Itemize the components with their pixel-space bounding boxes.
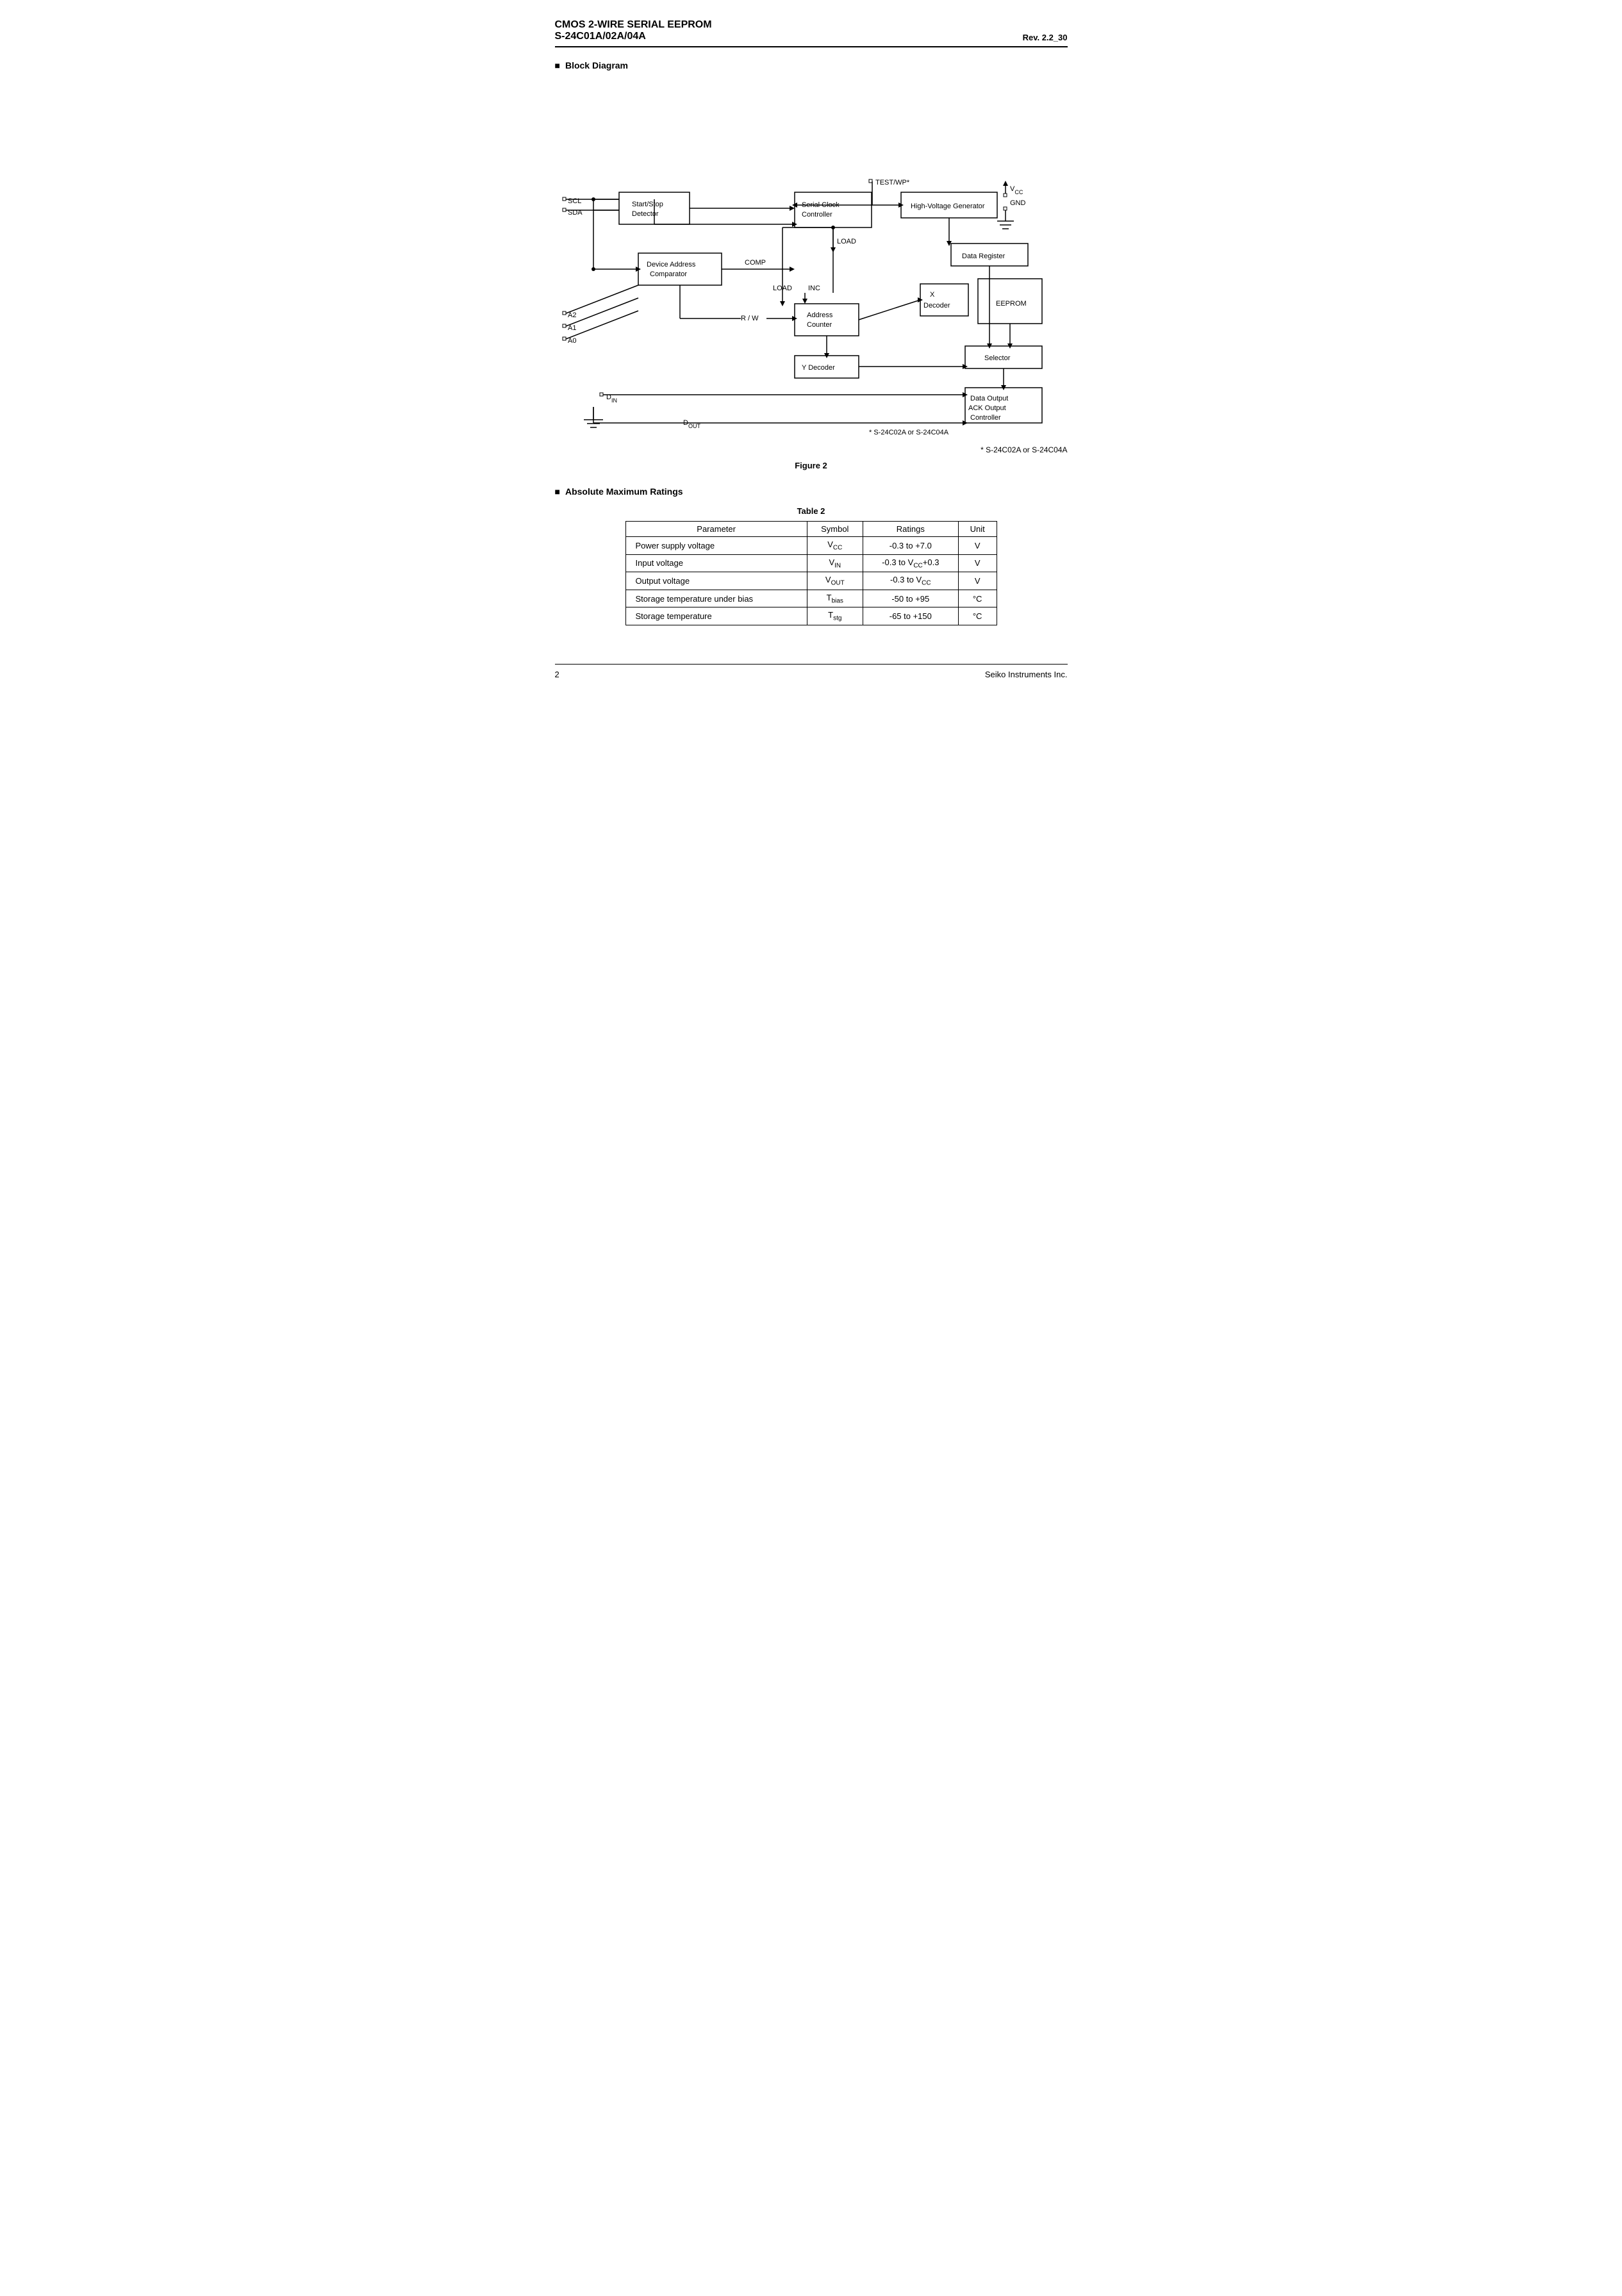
header-left: CMOS 2-WIRE SERIAL EEPROM S-24C01A/02A/0…: [555, 19, 712, 42]
inc-label: INC: [808, 285, 820, 292]
note-text: * S-24C02A or S-24C04A: [869, 429, 949, 436]
x-decoder-label2: Decoder: [923, 302, 950, 310]
param-storage-temp: Storage temperature: [625, 607, 807, 625]
param-output-voltage: Output voltage: [625, 572, 807, 590]
param-power-supply: Power supply voltage: [625, 537, 807, 555]
selector-label: Selector: [984, 354, 1011, 362]
rating-vcc: -0.3 to +7.0: [863, 537, 958, 555]
vcc-label: VCC: [1010, 185, 1023, 195]
param-storage-bias: Storage temperature under bias: [625, 590, 807, 607]
address-counter-label2: Counter: [807, 321, 832, 329]
gnd-label: GND: [1010, 199, 1026, 207]
data-output-label3: Controller: [970, 414, 1001, 422]
data-register-label: Data Register: [962, 252, 1005, 260]
table-caption: Table 2: [555, 506, 1068, 516]
revision: Rev. 2.2_30: [1023, 33, 1068, 42]
param-input-voltage: Input voltage: [625, 554, 807, 572]
abs-max-section-title: Absolute Maximum Ratings: [555, 486, 1068, 497]
col-parameter: Parameter: [625, 522, 807, 537]
col-unit: Unit: [958, 522, 997, 537]
block-diagram: SCL SDA Start/Stop Detector Serial Clock…: [555, 80, 1080, 439]
doc-title1: CMOS 2-WIRE SERIAL EEPROM: [555, 19, 712, 31]
symbol-tstg: Tstg: [807, 607, 863, 625]
table-row: Storage temperature Tstg -65 to +150 °C: [625, 607, 997, 625]
symbol-tbias: Tbias: [807, 590, 863, 607]
rating-vout: -0.3 to VCC: [863, 572, 958, 590]
dout-label: DOUT: [683, 419, 700, 429]
y-decoder-label: Y Decoder: [802, 364, 835, 372]
col-ratings: Ratings: [863, 522, 958, 537]
block-diagram-note: * S-24C02A or S-24C04A: [555, 445, 1068, 454]
company-name: Seiko Instruments Inc.: [985, 670, 1068, 679]
scl-label: SCL: [568, 197, 581, 205]
doc-title2: S-24C01A/02A/04A: [555, 31, 712, 42]
block-diagram-section-title: Block Diagram: [555, 60, 1068, 70]
comp-label: COMP: [745, 259, 766, 267]
x-decoder-label1: X: [930, 291, 935, 299]
page-header: CMOS 2-WIRE SERIAL EEPROM S-24C01A/02A/0…: [555, 19, 1068, 47]
data-output-label2: ACK Output: [968, 404, 1006, 412]
data-output-label1: Data Output: [970, 395, 1008, 402]
table-row: Power supply voltage VCC -0.3 to +7.0 V: [625, 537, 997, 555]
unit-vout: V: [958, 572, 997, 590]
rating-tbias: -50 to +95: [863, 590, 958, 607]
address-counter-label1: Address: [807, 311, 833, 319]
symbol-vin: VIN: [807, 554, 863, 572]
rating-tstg: -65 to +150: [863, 607, 958, 625]
test-wp-label: TEST/WP*: [875, 179, 910, 186]
col-symbol: Symbol: [807, 522, 863, 537]
figure-caption: Figure 2: [555, 461, 1068, 470]
page-footer: 2 Seiko Instruments Inc.: [555, 664, 1068, 679]
table-header-row: Parameter Symbol Ratings Unit: [625, 522, 997, 537]
unit-tstg: °C: [958, 607, 997, 625]
table-row: Output voltage VOUT -0.3 to VCC V: [625, 572, 997, 590]
serial-clock-label2: Controller: [802, 211, 832, 219]
unit-tbias: °C: [958, 590, 997, 607]
ratings-table: Parameter Symbol Ratings Unit Power supp…: [625, 521, 997, 625]
page-number: 2: [555, 670, 559, 679]
rw-label: R / W: [741, 315, 759, 322]
symbol-vout: VOUT: [807, 572, 863, 590]
table-row: Storage temperature under bias Tbias -50…: [625, 590, 997, 607]
symbol-vcc: VCC: [807, 537, 863, 555]
table-row: Input voltage VIN -0.3 to VCC+0.3 V: [625, 554, 997, 572]
load-label-top: LOAD: [837, 238, 856, 245]
dac-label2: Comparator: [650, 270, 687, 278]
start-stop-label1: Start/Stop: [632, 201, 663, 208]
hvg-label: High-Voltage Generator: [911, 202, 985, 210]
unit-vcc: V: [958, 537, 997, 555]
eeprom-label: EEPROM: [996, 300, 1027, 308]
unit-vin: V: [958, 554, 997, 572]
dac-label1: Device Address: [647, 261, 696, 268]
rating-vin: -0.3 to VCC+0.3: [863, 554, 958, 572]
